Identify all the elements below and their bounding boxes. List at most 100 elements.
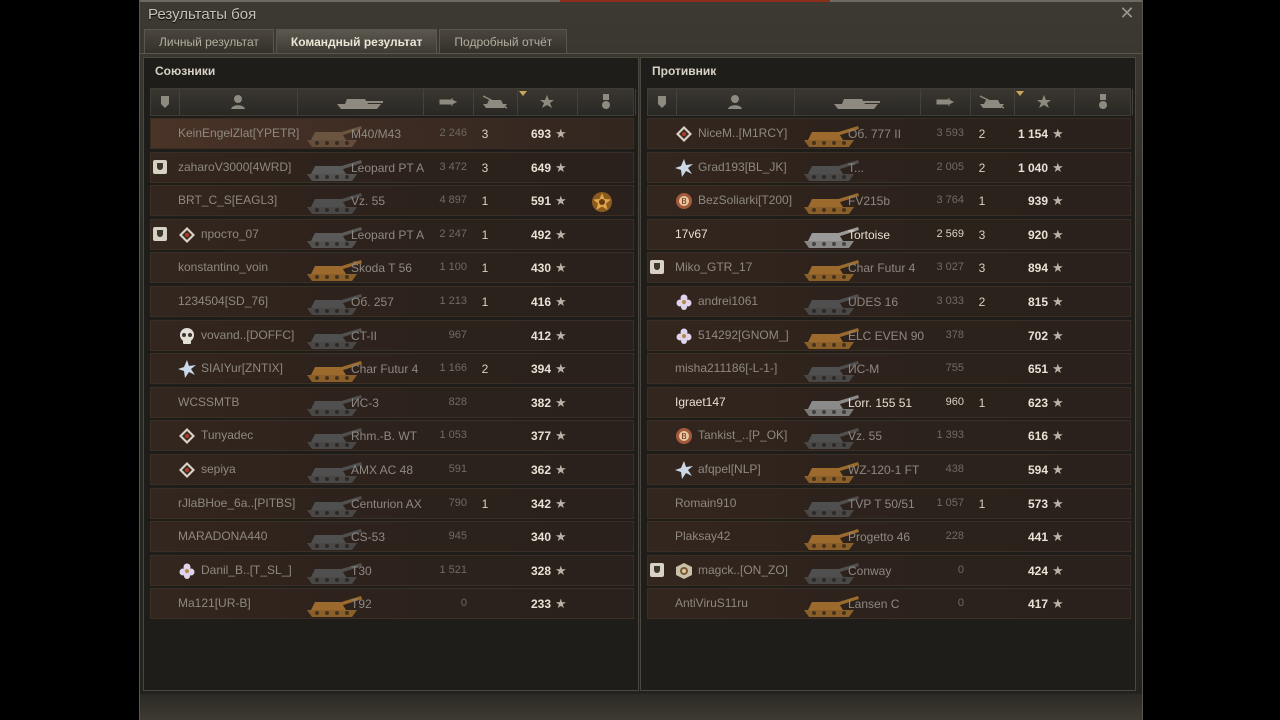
star-icon: ★ bbox=[555, 159, 567, 175]
damage-value: 3 033 bbox=[936, 294, 964, 307]
player-row[interactable]: NiceM..[M1RCY] Об. 777 II 3 593 2 1 154 ★ bbox=[647, 118, 1131, 149]
xp-star-icon bbox=[540, 95, 554, 108]
player-row[interactable]: andrei1061 UDES 16 3 033 2 815 ★ bbox=[647, 285, 1131, 317]
tab-detailed[interactable]: Подробный отчёт bbox=[439, 29, 568, 53]
column-squad-icon[interactable] bbox=[648, 89, 677, 115]
player-row[interactable]: afqpel[NLP] WZ-120-1 FT 438 594 ★ bbox=[647, 453, 1131, 485]
player-row[interactable]: rJlaBHoe_6a..[PITBS] Centurion AX 790 1 342… bbox=[150, 487, 634, 519]
star-icon: ★ bbox=[555, 495, 567, 511]
player-row[interactable]: Grad193[BL_JK] T... 2 005 2 1 040 ★ bbox=[647, 151, 1131, 183]
player-row[interactable]: sepiya AMX AC 48 591 362 ★ bbox=[150, 453, 634, 485]
damage-value: 0 bbox=[460, 597, 467, 610]
tank-name: T92 bbox=[351, 597, 372, 612]
tank-name: Rhm.-B. WT bbox=[351, 429, 417, 444]
xp-star-icon bbox=[1037, 95, 1051, 108]
badge-rank-svg: B bbox=[676, 193, 692, 210]
column-frags-icon[interactable] bbox=[970, 89, 1015, 115]
player-row[interactable]: Igraet147 Lorr. 155 51 960 1 623 ★ bbox=[647, 386, 1131, 418]
player-row[interactable]: Plaksay42 Progetto 46 228 441 ★ bbox=[647, 521, 1131, 553]
player-row[interactable]: zaharoV3000[4WRD] Leopard PT A3 472 3 649 ★ bbox=[150, 151, 634, 183]
player-row[interactable]: Tunyadec Rhm.-B. WT 1 053 377 ★ bbox=[150, 420, 634, 452]
tank-name: Tortoise bbox=[848, 227, 891, 242]
flower-rank-icon bbox=[675, 293, 693, 311]
diamond-rank-icon bbox=[675, 125, 693, 143]
column-medal-icon[interactable] bbox=[577, 89, 636, 115]
player-row[interactable]: BRT_C_S[EAGL3] Vz. 55 4 897 1 591 ★ bbox=[150, 185, 634, 217]
player-row[interactable]: 17v67 Tortoise 2 569 3 920 ★ bbox=[647, 218, 1131, 250]
star-icon: ★ bbox=[555, 428, 567, 444]
player-row[interactable]: konstantino_voin Škoda T 56 1 100 1 430 ★ bbox=[150, 252, 634, 284]
column-tank-icon[interactable] bbox=[794, 89, 921, 115]
player-row[interactable]: WCSSMTB ИС-3 828 382 ★ bbox=[150, 386, 634, 418]
player-name: MARADONA440 bbox=[178, 529, 268, 544]
player-name: BezSoliarki[T200] bbox=[698, 193, 793, 208]
tab-personal[interactable]: Личный результат bbox=[144, 29, 274, 53]
player-row[interactable]: 514292[GNOM_] ELC EVEN 90 378 702 ★ bbox=[647, 319, 1131, 351]
tank-name: Об. 257 bbox=[351, 294, 394, 309]
xp-value: 328 bbox=[530, 563, 551, 578]
star-icon: ★ bbox=[1052, 260, 1064, 276]
player-row[interactable]: vovand..[DOFFC] CT-II 967 412 ★ bbox=[150, 319, 634, 351]
star-rank-icon bbox=[675, 460, 693, 479]
star-icon: ★ bbox=[555, 596, 567, 612]
column-medal-icon[interactable] bbox=[1074, 89, 1133, 115]
diamond-rank-svg bbox=[179, 428, 195, 445]
column-player-icon[interactable] bbox=[676, 89, 795, 115]
column-player-icon[interactable] bbox=[179, 89, 298, 115]
damage-value: 228 bbox=[945, 530, 964, 543]
player-row[interactable]: просто_07 Leopard PT A2 247 1 492 ★ bbox=[150, 218, 634, 250]
platoon-icon bbox=[650, 260, 664, 275]
column-damage-icon[interactable] bbox=[423, 89, 474, 115]
player-row[interactable]: misha211186[-L-1-] ИС-М 755 651 ★ bbox=[647, 353, 1131, 385]
damage-value: 591 bbox=[448, 462, 467, 475]
tab-team[interactable]: Командный результат bbox=[275, 29, 438, 53]
player-name: WCSSMTB bbox=[178, 394, 240, 409]
xp-value: 1 154 bbox=[1017, 127, 1048, 141]
player-row[interactable]: B BezSoliarki[T200] FV215b 3 764 1 939 ★ bbox=[647, 185, 1131, 217]
close-icon[interactable]: ✕ bbox=[1118, 4, 1136, 22]
star-icon: ★ bbox=[555, 461, 567, 477]
column-frags-icon[interactable] bbox=[473, 89, 518, 115]
xp-value: 424 bbox=[1027, 563, 1048, 578]
frags-value: 2 bbox=[481, 362, 489, 377]
platoon-icon bbox=[153, 159, 167, 174]
player-name: 514292[GNOM_] bbox=[698, 327, 789, 342]
xp-value: 573 bbox=[1027, 496, 1048, 511]
player-name: magck..[ON_ZO] bbox=[698, 562, 789, 577]
enemies-column-header bbox=[647, 88, 1133, 116]
flower-rank-icon bbox=[675, 327, 693, 345]
column-damage-icon[interactable] bbox=[920, 89, 971, 115]
column-tank-icon[interactable] bbox=[297, 89, 424, 115]
xp-value: 920 bbox=[1027, 227, 1048, 242]
player-row[interactable]: Ma121[UR-B] T92 0 233 ★ bbox=[150, 588, 634, 620]
damage-value: 960 bbox=[945, 395, 964, 408]
xp-value: 623 bbox=[1027, 395, 1048, 410]
player-row[interactable]: KeinEngelZlat[YPETR] M40/M43 2 246 3 693 ★ bbox=[150, 118, 634, 149]
player-row[interactable]: MARADONA440 CS-53 945 340 ★ bbox=[150, 521, 634, 553]
player-row[interactable]: Romain910 TVP T 50/51 1 057 1 573 ★ bbox=[647, 487, 1131, 519]
player-row[interactable]: B Tankist_..[P_OK] Vz. 55 1 393 616 ★ bbox=[647, 420, 1131, 452]
tab-bar: Личный результат Командный результат Под… bbox=[144, 29, 569, 53]
flower-rank-svg bbox=[676, 294, 692, 310]
medal-svg bbox=[592, 192, 612, 213]
xp-value: 233 bbox=[530, 597, 551, 612]
badge-rank-svg: B bbox=[676, 428, 692, 445]
player-row[interactable]: AntiViruS11ru Lansen C 0 417 ★ bbox=[647, 588, 1131, 620]
xp-value: 939 bbox=[1027, 194, 1048, 209]
xp-value: 492 bbox=[530, 227, 551, 242]
diamond-rank-svg bbox=[676, 126, 692, 142]
star-icon: ★ bbox=[1052, 596, 1064, 612]
xp-value: 430 bbox=[530, 261, 551, 276]
player-row[interactable]: Danil_B..[T_SL_] T30 1 521 328 ★ bbox=[150, 554, 634, 586]
xp-value: 649 bbox=[530, 160, 551, 175]
player-row[interactable]: magck..[ON_ZO] Conway 0 424 ★ bbox=[647, 554, 1131, 586]
tank-name: ИС-М bbox=[848, 362, 880, 377]
star-icon: ★ bbox=[555, 260, 567, 276]
column-squad-icon[interactable] bbox=[151, 89, 180, 115]
player-row[interactable]: Miko_GTR_17 Char Futur 4 3 027 3 894 ★ bbox=[647, 252, 1131, 284]
xp-value: 693 bbox=[530, 127, 551, 141]
player-row[interactable]: 1234504[SD_76] Об. 257 1 213 1 416 ★ bbox=[150, 285, 634, 317]
player-row[interactable]: SIAIYur[ZNTIX] Char Futur 4 1 166 2 394 ★ bbox=[150, 353, 634, 385]
tank-name: Vz. 55 bbox=[351, 194, 386, 209]
window-title: Результаты боя bbox=[148, 6, 257, 23]
